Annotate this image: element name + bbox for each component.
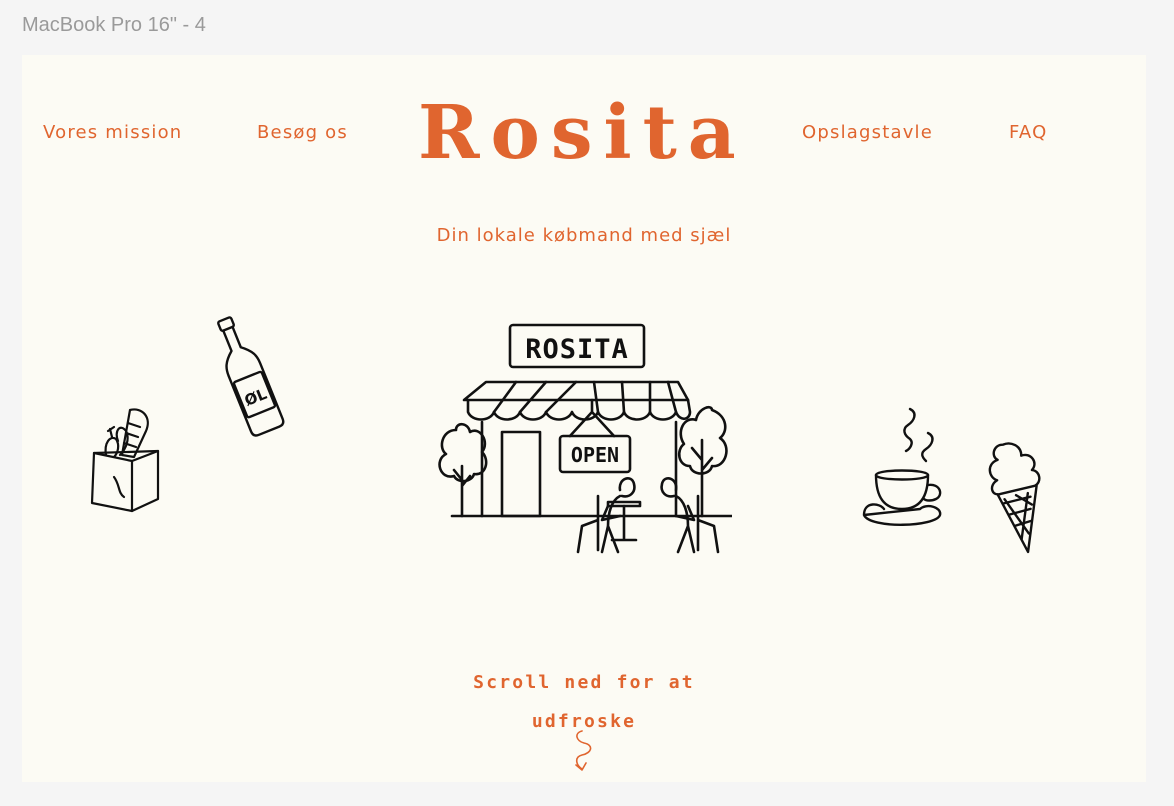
store-sign: ROSITA: [525, 334, 629, 365]
grocery-bag-icon: [84, 405, 164, 515]
nav-link-board[interactable]: Opslagstavle: [802, 122, 933, 143]
brand-logo[interactable]: Rosita: [418, 85, 738, 181]
scroll-hint-line1: Scroll ned for at: [473, 672, 695, 693]
nav-link-visit[interactable]: Besøg os: [257, 122, 348, 143]
beer-bottle-icon: ØL: [202, 311, 292, 441]
tagline: Din lokale købmand med sjæl: [436, 225, 732, 246]
nav-link-mission[interactable]: Vores mission: [43, 122, 182, 143]
bottle-label: ØL: [242, 385, 270, 410]
nav-link-faq[interactable]: FAQ: [1009, 122, 1047, 143]
coffee-cup-icon: [858, 403, 948, 535]
open-sign: OPEN: [571, 443, 619, 467]
shop-front-illustration: ROSITA OPEN: [432, 320, 732, 555]
page-canvas: Vores mission Besøg os Rosita Opslagstav…: [22, 55, 1146, 782]
ice-cream-icon: [982, 435, 1052, 560]
frame-title: MacBook Pro 16" - 4: [22, 14, 206, 36]
squiggle-arrow-icon[interactable]: [570, 727, 598, 775]
